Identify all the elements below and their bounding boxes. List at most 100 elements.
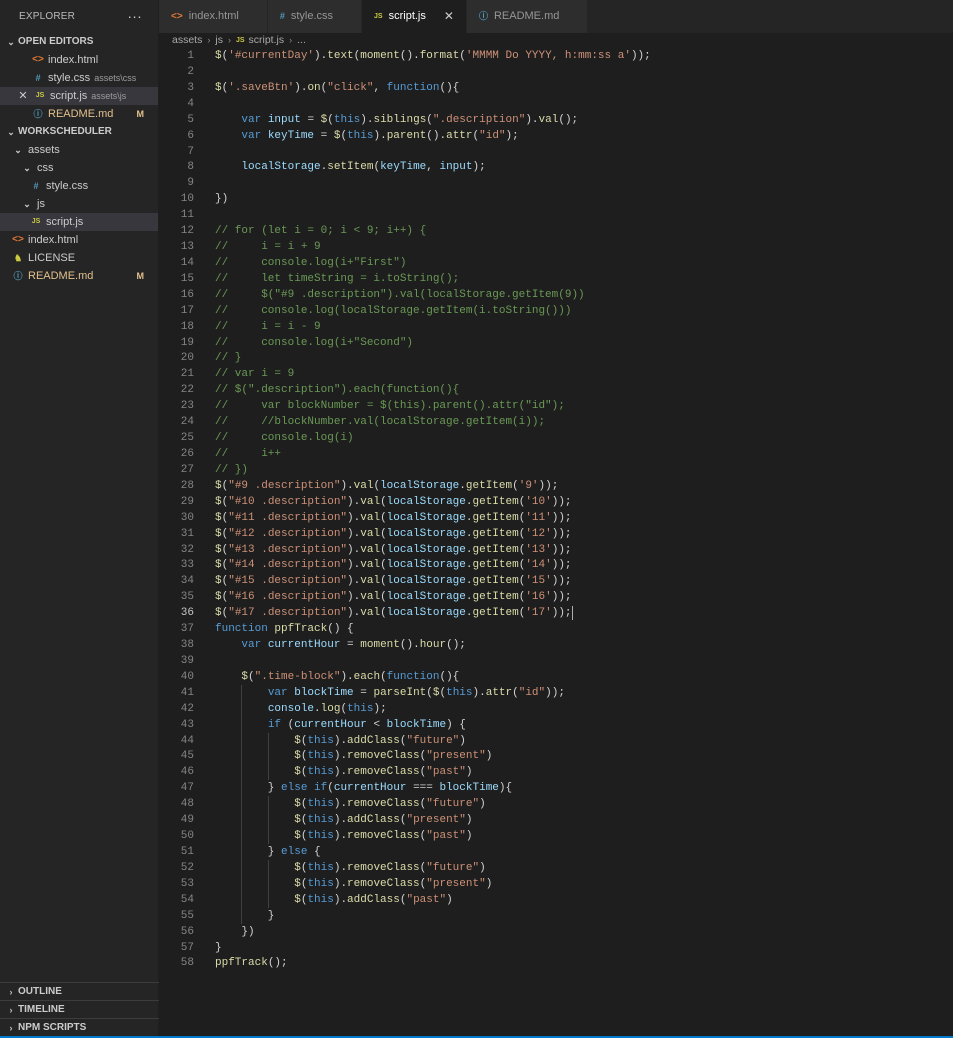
tab-label: style.css [290,10,334,22]
code-line[interactable]: 7 [159,144,953,160]
open-editor-item[interactable]: <> index.html [0,51,158,69]
code-line[interactable]: 56 }) [159,924,953,940]
close-icon[interactable]: ✕ [444,0,454,33]
code-line[interactable]: 39 [159,653,953,669]
code-line[interactable]: 23 // var blockNumber = $(this).parent().… [159,398,953,414]
tab-script-js[interactable]: JS script.js ✕ [362,0,467,33]
close-icon[interactable]: ✕ [16,87,30,105]
line-number: 35 [180,591,194,604]
code-line[interactable]: 50 $(this).removeClass("past") [159,828,953,844]
indent-guide [241,684,243,701]
code-line[interactable]: 42 console.log(this); [159,701,953,717]
code-line[interactable]: 25 // console.log(i) [159,430,953,446]
code-line[interactable]: 34 $("#15 .description").val(localStorage… [159,573,953,589]
npm-scripts-section[interactable]: › NPM SCRIPTS [0,1018,159,1036]
breadcrumb-item[interactable]: assets [172,33,202,48]
code-line[interactable]: 31 $("#12 .description").val(localStorage… [159,526,953,542]
code-line[interactable]: 10}) [159,191,953,207]
code-line[interactable]: 32 $("#13 .description").val(localStorage… [159,542,953,558]
code-line[interactable]: 11 [159,207,953,223]
code-line[interactable]: 15 // let timeString = i.toString(); [159,271,953,287]
code-line[interactable]: 55 } [159,908,953,924]
code-line[interactable]: 49 $(this).addClass("present") [159,812,953,828]
code-line[interactable]: 14 // console.log(i+"First") [159,255,953,271]
code-line[interactable]: 43 if (currentHour < blockTime) { [159,717,953,733]
code-line[interactable]: 17 // console.log(localStorage.getItem(i.… [159,303,953,319]
code-line[interactable]: 16 // $("#9 .description").val(localStora… [159,287,953,303]
open-editor-item[interactable]: ✕ JS script.js assets\js [0,87,158,105]
code-line[interactable]: 33 $("#14 .description").val(localStorage… [159,557,953,573]
code-line[interactable]: 1 $('#currentDay').text(moment().format('… [159,48,953,64]
folder-item[interactable]: ⌄ js [0,195,158,213]
code-text: $("#9 .description").val(localStorage.ge… [215,479,559,492]
line-number: 42 [180,702,194,715]
code-line[interactable]: 2 [159,64,953,80]
breadcrumb-file[interactable]: script.js [249,33,285,48]
code-line[interactable]: 57} [159,940,953,956]
code-line[interactable]: 18 // i = i - 9 [159,319,953,335]
breadcrumb-tail[interactable]: ... [297,33,306,48]
code-line[interactable]: 45 $(this).removeClass("present") [159,748,953,764]
folder-item[interactable]: ⌄ css [0,159,158,177]
code-line[interactable]: 8 localStorage.setItem(keyTime, input); [159,159,953,175]
code-line[interactable]: 53 $(this).removeClass("present") [159,876,953,892]
code-line[interactable]: 3 $('.saveBtn').on("click", function(){ [159,80,953,96]
open-editors-section[interactable]: ⌄ OPEN EDITORS [0,33,158,51]
code-line[interactable]: 20 // } [159,350,953,366]
line-number: 23 [180,400,194,413]
code-text: ppfTrack(); [215,957,288,970]
code-line[interactable]: 29 $("#10 .description").val(localStorage… [159,494,953,510]
code-line[interactable]: 36 $("#17 .description").val(localStorage… [159,605,953,621]
code-line[interactable]: 48 $(this).removeClass("future") [159,796,953,812]
code-line[interactable]: 35 $("#16 .description").val(localStorage… [159,589,953,605]
code-line[interactable]: 22 // $(".description").each(function(){ [159,382,953,398]
code-line[interactable]: 26 // i++ [159,446,953,462]
open-editor-item[interactable]: ⓘ README.md M [0,105,158,123]
code-line[interactable]: 40 $(".time-block").each(function(){ [159,669,953,685]
code-line[interactable]: 5 var input = $(this).siblings(".descrip… [159,112,953,128]
code-line[interactable]: 27 // }) [159,462,953,478]
code-line[interactable]: 6 var keyTime = $(this).parent().attr("i… [159,128,953,144]
code-line[interactable]: 54 $(this).addClass("past") [159,892,953,908]
code-line[interactable]: 41 var blockTime = parseInt($(this).attr… [159,685,953,701]
code-line[interactable]: 9 [159,175,953,191]
code-text: $(this).removeClass("present") [294,877,493,890]
code-line[interactable]: 46 $(this).removeClass("past") [159,764,953,780]
tab-readme-md[interactable]: ⓘ README.md [466,0,589,33]
text-cursor [572,606,574,621]
more-actions-icon[interactable]: ··· [127,0,142,33]
code-line[interactable]: 58 ppfTrack(); [159,955,953,971]
code-line[interactable]: 51 } else { [159,844,953,860]
timeline-section[interactable]: › TIMELINE [0,1000,159,1018]
file-path: assets\js [91,91,127,101]
code-line[interactable]: 52 $(this).removeClass("future") [159,860,953,876]
file-item[interactable]: JS script.js [0,213,158,231]
code-line[interactable]: 12 // for (let i = 0; i < 9; i++) { [159,223,953,239]
file-item[interactable]: # style.css [0,177,158,195]
tab-style-css[interactable]: # style.css [267,0,363,33]
code-editor[interactable]: 1 $('#currentDay').text(moment().format('… [159,48,953,1036]
indent-guide [241,796,243,813]
code-line[interactable]: 30 $("#11 .description").val(localStorage… [159,510,953,526]
breadcrumb-item[interactable]: js [215,33,223,48]
workspace-section[interactable]: ⌄ WORKSCHEDULER [0,123,158,141]
outline-section[interactable]: › OUTLINE [0,982,159,1000]
code-text: $(this).removeClass("present") [294,750,493,763]
open-editor-item[interactable]: # style.css assets\css [0,69,158,87]
folder-item[interactable]: ⌄ assets [0,141,158,159]
code-line[interactable]: 38 var currentHour = moment().hour(); [159,637,953,653]
code-line[interactable]: 47 } else if(currentHour === blockTime){ [159,780,953,796]
code-line[interactable]: 28 $("#9 .description").val(localStorage.… [159,478,953,494]
code-line[interactable]: 21 // var i = 9 [159,366,953,382]
code-line[interactable]: 24 // //blockNumber.val(localStorage.getI… [159,414,953,430]
file-item[interactable]: <> index.html [0,231,158,249]
file-item[interactable]: ♞ LICENSE [0,249,158,267]
line-number: 45 [180,750,194,763]
file-item[interactable]: ⓘ README.md M [0,267,158,285]
code-line[interactable]: 37 function ppfTrack() { [159,621,953,637]
code-line[interactable]: 19 // console.log(i+"Second") [159,335,953,351]
tab-index-html[interactable]: <> index.html [159,0,268,33]
code-line[interactable]: 4 [159,96,953,112]
code-line[interactable]: 44 $(this).addClass("future") [159,733,953,749]
code-line[interactable]: 13 // i = i + 9 [159,239,953,255]
